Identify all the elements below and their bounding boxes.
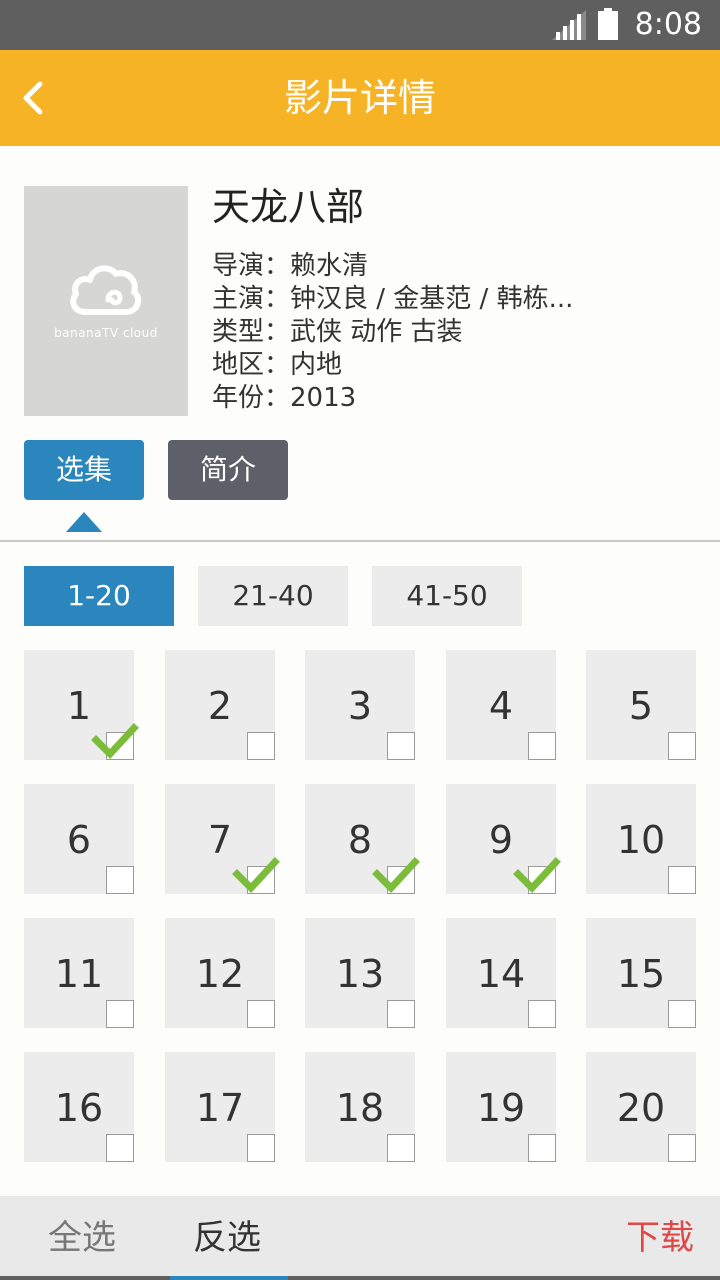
info-year: 年份：2013	[212, 383, 357, 413]
episode-checkbox[interactable]	[247, 1134, 275, 1162]
info-genre: 类型：武侠 动作 古装	[212, 317, 463, 347]
episode-checkbox[interactable]	[387, 1000, 415, 1028]
status-bar: 8:08	[0, 0, 720, 50]
episode-item[interactable]: 18	[305, 1052, 415, 1162]
info-director: 导演：赖水清	[212, 251, 369, 281]
episode-checkbox[interactable]	[387, 732, 415, 760]
episode-item[interactable]: 14	[446, 918, 556, 1028]
chevron-left-icon[interactable]	[14, 74, 58, 122]
episode-checkbox[interactable]	[668, 866, 696, 894]
episode-item[interactable]: 20	[586, 1052, 696, 1162]
episode-item[interactable]: 3	[305, 650, 415, 760]
episode-item[interactable]: 11	[24, 918, 134, 1028]
episode-item[interactable]: 2	[165, 650, 275, 760]
episode-item[interactable]: 15	[586, 918, 696, 1028]
invert-selection-button[interactable]: 反选	[193, 1196, 261, 1280]
page-title: 影片详情	[283, 76, 436, 120]
poster-logo-text: bananaTV cloud	[54, 326, 158, 340]
divider	[0, 540, 720, 542]
episode-item[interactable]: 16	[24, 1052, 134, 1162]
checkmark-icon	[372, 857, 420, 894]
episode-checkbox[interactable]	[668, 732, 696, 760]
episode-checkbox[interactable]	[668, 1134, 696, 1162]
range-tab-1-20[interactable]: 1-20	[24, 566, 174, 626]
bottom-bar: 全选 反选 下载	[0, 1196, 720, 1280]
episode-checkbox[interactable]	[528, 1134, 556, 1162]
episode-checkbox[interactable]	[106, 1000, 134, 1028]
select-all-button[interactable]: 全选	[48, 1196, 116, 1280]
episode-item[interactable]: 17	[165, 1052, 275, 1162]
episode-item[interactable]: 5	[586, 650, 696, 760]
episode-checkbox[interactable]	[247, 732, 275, 760]
bottom-active-indicator	[170, 1276, 288, 1280]
battery-icon	[598, 8, 618, 40]
episode-item[interactable]: 6	[24, 784, 134, 894]
movie-title: 天龙八部	[212, 185, 365, 229]
range-tab-21-40[interactable]: 21-40	[198, 566, 348, 626]
episode-checkbox[interactable]	[247, 1000, 275, 1028]
movie-poster: bananaTV cloud	[24, 186, 188, 416]
episode-item[interactable]: 13	[305, 918, 415, 1028]
episode-checkbox[interactable]	[106, 1134, 134, 1162]
checkmark-icon	[232, 857, 280, 894]
bottom-line	[288, 1276, 720, 1280]
bottom-line	[0, 1276, 170, 1280]
info-region: 地区：内地	[212, 350, 343, 380]
episode-item[interactable]: 19	[446, 1052, 556, 1162]
episode-checkbox[interactable]	[528, 732, 556, 760]
episode-checkbox[interactable]	[106, 866, 134, 894]
title-bar: 影片详情	[0, 50, 720, 146]
cloud-logo-icon	[70, 265, 142, 315]
checkmark-icon	[513, 857, 561, 894]
episode-item[interactable]: 7	[165, 784, 280, 894]
episode-checkbox[interactable]	[387, 1134, 415, 1162]
episode-item[interactable]: 4	[446, 650, 556, 760]
episode-checkbox[interactable]	[528, 1000, 556, 1028]
range-tab-41-50[interactable]: 41-50	[372, 566, 522, 626]
status-time: 8:08	[634, 7, 702, 42]
info-cast: 主演：钟汉良 / 金基范 / 韩栋...	[212, 284, 574, 314]
checkmark-icon	[91, 723, 139, 760]
signal-icon	[552, 10, 586, 40]
episode-item[interactable]: 1	[24, 650, 139, 760]
active-tab-indicator	[66, 512, 102, 532]
episode-item[interactable]: 10	[586, 784, 696, 894]
episode-checkbox[interactable]	[668, 1000, 696, 1028]
tab-episodes[interactable]: 选集	[24, 440, 144, 500]
episode-item[interactable]: 12	[165, 918, 275, 1028]
episode-item[interactable]: 8	[305, 784, 420, 894]
tab-intro[interactable]: 简介	[168, 440, 288, 500]
download-button[interactable]: 下载	[626, 1196, 694, 1280]
episode-item[interactable]: 9	[446, 784, 561, 894]
